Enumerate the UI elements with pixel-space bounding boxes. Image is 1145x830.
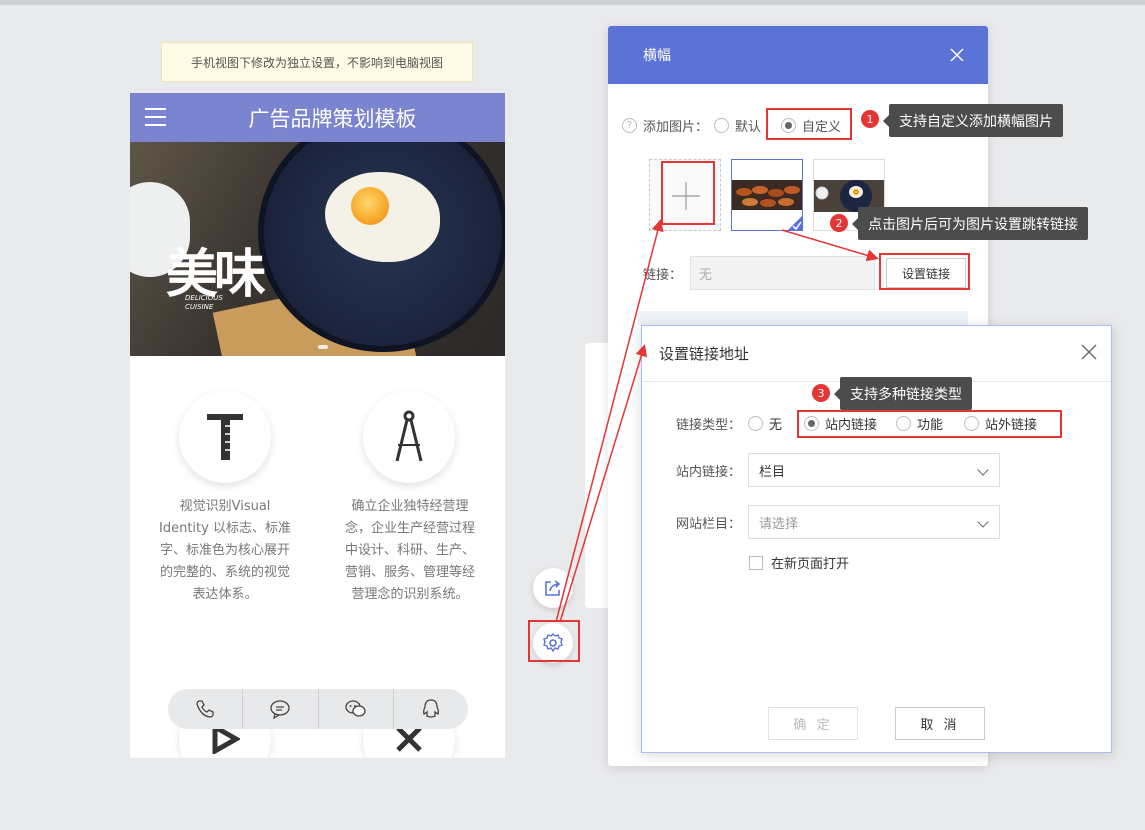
annotation-arrows [555, 219, 879, 623]
arrow-to-set-link [781, 229, 879, 262]
arrow-gear-to-add [555, 219, 664, 623]
arrow-gear-to-dialog [559, 344, 648, 623]
